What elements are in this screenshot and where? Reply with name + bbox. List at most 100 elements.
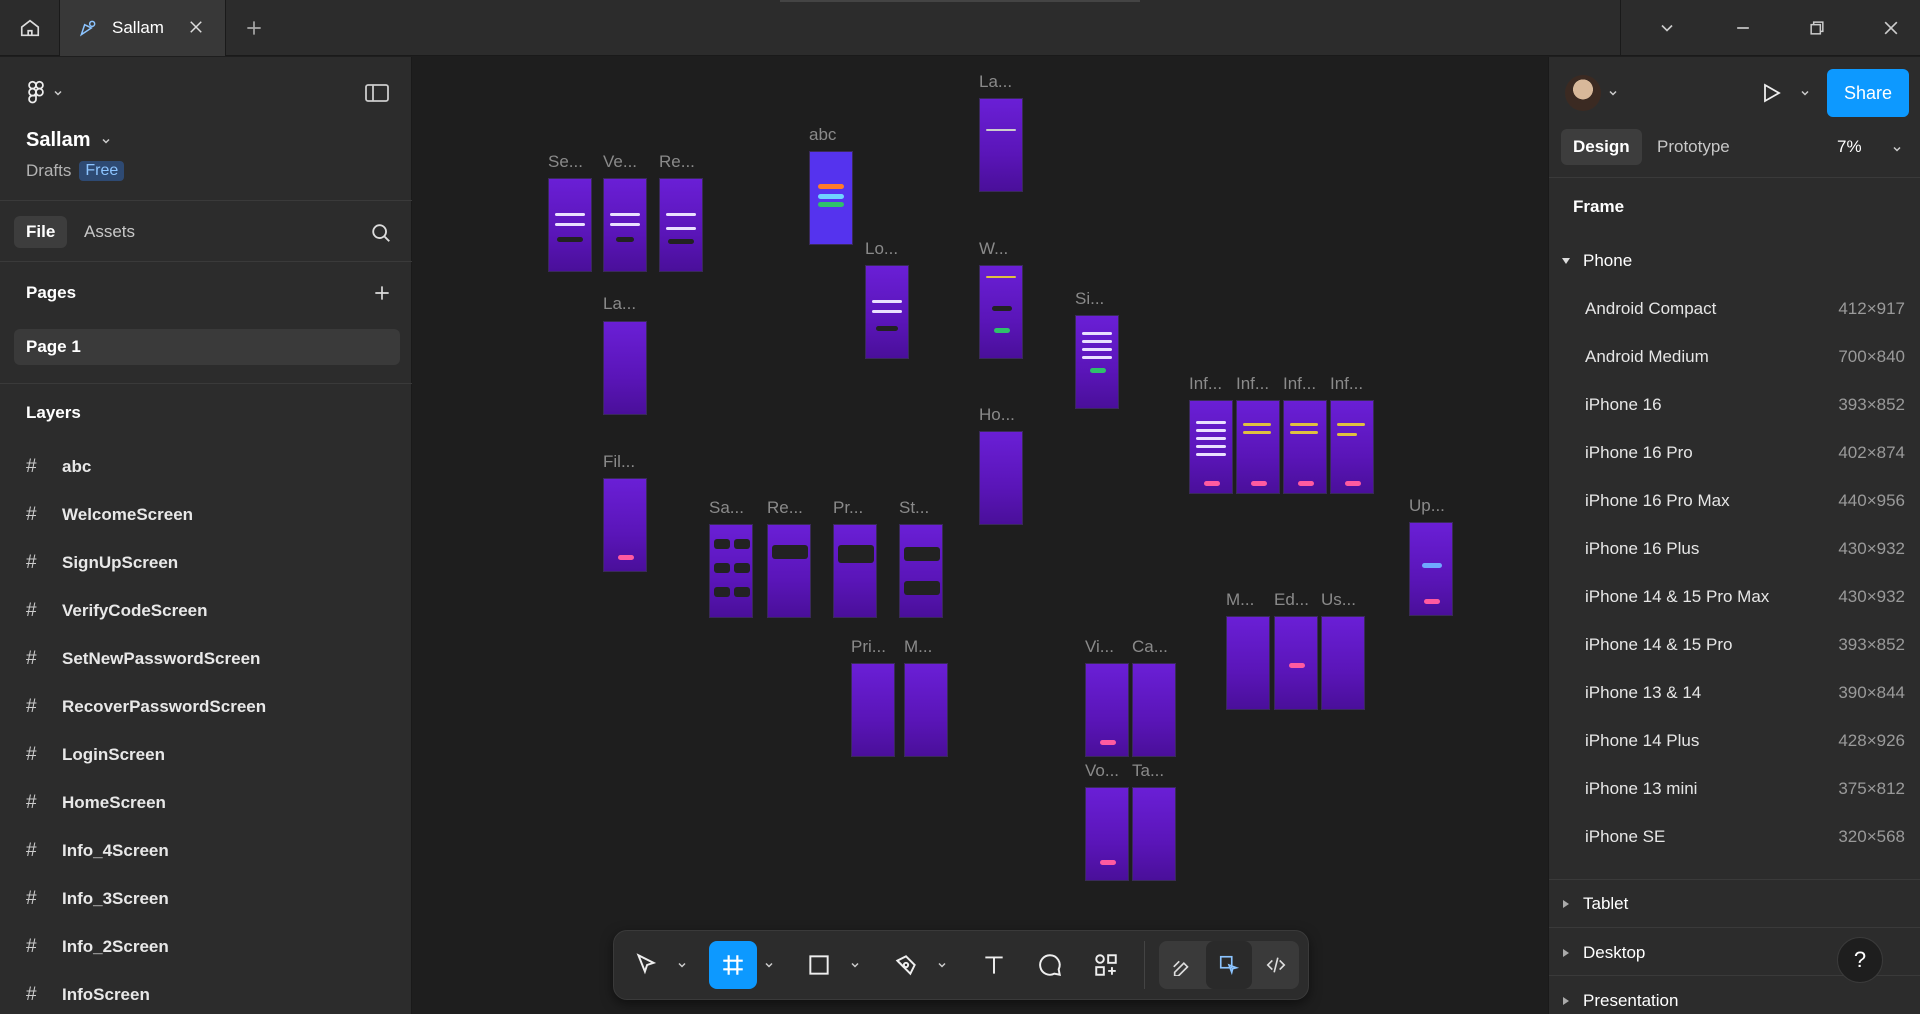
frame-label[interactable]: Ca...	[1132, 637, 1168, 657]
avatar[interactable]	[1565, 75, 1601, 111]
layer-item[interactable]: # SignUpScreen	[26, 548, 178, 578]
frame-thumbnail[interactable]	[1085, 663, 1129, 757]
file-name-menu[interactable]: Sallam	[26, 129, 112, 152]
layer-item[interactable]: # Info_3Screen	[26, 884, 169, 914]
chevron-down-icon[interactable]	[676, 959, 688, 971]
frame-label[interactable]: Vo...	[1085, 761, 1119, 781]
frame-thumbnail[interactable]	[548, 178, 592, 272]
frame-label[interactable]: Ho...	[979, 405, 1015, 425]
frame-thumbnail[interactable]	[979, 431, 1023, 525]
frame-thumbnail[interactable]	[1274, 616, 1318, 710]
frame-thumbnail[interactable]	[709, 524, 753, 618]
frame-thumbnail[interactable]	[899, 524, 943, 618]
frame-preset-item[interactable]: iPhone 13 & 14 390×844	[1585, 678, 1905, 708]
frame-label[interactable]: Ve...	[603, 152, 637, 172]
draw-mode-button[interactable]	[1159, 941, 1205, 989]
restore-icon[interactable]	[1807, 18, 1827, 38]
frame-label[interactable]: St...	[899, 498, 929, 518]
home-button[interactable]	[0, 0, 60, 56]
frame-preset-item[interactable]: iPhone 14 & 15 Pro 393×852	[1585, 630, 1905, 660]
tab-design[interactable]: Design	[1561, 129, 1642, 165]
frame-thumbnail[interactable]	[1075, 315, 1119, 409]
help-button[interactable]: ?	[1837, 937, 1883, 983]
layer-item[interactable]: # LoginScreen	[26, 740, 165, 770]
frame-preset-item[interactable]: iPhone SE 320×568	[1585, 822, 1905, 852]
design-canvas[interactable]: Se... Ve... Re... abc La... Lo... W... L…	[413, 57, 1547, 1014]
frame-thumbnail[interactable]	[1283, 400, 1327, 494]
frame-thumbnail[interactable]	[904, 663, 948, 757]
tab-prototype[interactable]: Prototype	[1645, 129, 1742, 165]
comment-tool-button[interactable]	[1026, 941, 1074, 989]
chevron-down-icon[interactable]	[1607, 87, 1619, 99]
frame-thumbnail[interactable]	[1409, 522, 1453, 616]
frame-label[interactable]: M...	[904, 637, 932, 657]
move-tool-button[interactable]	[622, 941, 670, 989]
frame-thumbnail[interactable]	[1226, 616, 1270, 710]
tab-file[interactable]: File	[14, 216, 68, 248]
frame-thumbnail[interactable]	[1189, 400, 1233, 494]
frame-label[interactable]: Pr...	[833, 498, 863, 518]
frame-label[interactable]: Inf...	[1189, 374, 1222, 394]
frame-thumbnail[interactable]	[865, 265, 909, 359]
layer-item[interactable]: # VerifyCodeScreen	[26, 596, 208, 626]
new-tab-plus-icon[interactable]	[244, 18, 264, 38]
frame-label[interactable]: Si...	[1075, 289, 1104, 309]
chevron-down-icon[interactable]	[763, 959, 775, 971]
layer-item[interactable]: # HomeScreen	[26, 788, 166, 818]
frame-preset-item[interactable]: Android Compact 412×917	[1585, 294, 1905, 324]
add-page-plus-icon[interactable]	[372, 283, 392, 303]
frame-thumbnail[interactable]	[767, 524, 811, 618]
frame-label[interactable]: Se...	[548, 152, 583, 172]
layer-item[interactable]: # RecoverPasswordScreen	[26, 692, 266, 722]
frame-thumbnail[interactable]	[1330, 400, 1374, 494]
frame-thumbnail[interactable]	[1132, 663, 1176, 757]
pen-tool-button[interactable]	[882, 941, 930, 989]
frame-preset-item[interactable]: iPhone 16 Plus 430×932	[1585, 534, 1905, 564]
frame-label[interactable]: Ed...	[1274, 590, 1309, 610]
frame-preset-item[interactable]: iPhone 16 393×852	[1585, 390, 1905, 420]
frame-thumbnail[interactable]	[833, 524, 877, 618]
frame-thumbnail[interactable]	[1236, 400, 1280, 494]
design-mode-button[interactable]	[1206, 941, 1252, 989]
page-item[interactable]: Page 1	[14, 329, 400, 365]
file-tab[interactable]: Sallam	[60, 0, 226, 56]
frame-label[interactable]: Ta...	[1132, 761, 1164, 781]
frame-label[interactable]: Inf...	[1283, 374, 1316, 394]
frame-label[interactable]: Lo...	[865, 239, 898, 259]
frame-label[interactable]: abc	[809, 125, 836, 145]
zoom-level[interactable]: 7%	[1837, 137, 1862, 157]
minimize-icon[interactable]	[1733, 18, 1753, 38]
frame-thumbnail[interactable]	[1132, 787, 1176, 881]
frame-thumbnail[interactable]	[809, 151, 853, 245]
frame-thumbnail[interactable]	[1085, 787, 1129, 881]
layer-item[interactable]: # SetNewPasswordScreen	[26, 644, 260, 674]
layer-item[interactable]: # abc	[26, 452, 91, 482]
frame-label[interactable]: Fil...	[603, 452, 635, 472]
share-button[interactable]: Share	[1827, 69, 1909, 117]
frame-preset-item[interactable]: Android Medium 700×840	[1585, 342, 1905, 372]
frame-thumbnail[interactable]	[659, 178, 703, 272]
drafts-link[interactable]: Drafts	[26, 161, 71, 181]
frame-preset-item[interactable]: iPhone 14 & 15 Pro Max 430×932	[1585, 582, 1905, 612]
frame-label[interactable]: Inf...	[1236, 374, 1269, 394]
frame-label[interactable]: La...	[979, 72, 1012, 92]
present-play-icon[interactable]	[1759, 81, 1783, 105]
frame-thumbnail[interactable]	[603, 478, 647, 572]
actions-tool-button[interactable]	[1082, 941, 1130, 989]
frame-label[interactable]: Re...	[767, 498, 803, 518]
chevron-down-icon[interactable]	[1799, 87, 1811, 99]
frame-thumbnail[interactable]	[603, 178, 647, 272]
tablet-group-toggle[interactable]: Tablet	[1561, 894, 1628, 914]
layer-item[interactable]: # Info_4Screen	[26, 836, 169, 866]
main-menu-button[interactable]	[26, 80, 64, 106]
frame-label[interactable]: Pri...	[851, 637, 886, 657]
chevron-down-icon[interactable]	[936, 959, 948, 971]
text-tool-button[interactable]	[970, 941, 1018, 989]
close-icon[interactable]	[187, 18, 205, 36]
frame-label[interactable]: Re...	[659, 152, 695, 172]
frame-thumbnail[interactable]	[603, 321, 647, 415]
chevron-down-icon[interactable]	[849, 959, 861, 971]
phone-group-toggle[interactable]: Phone	[1561, 251, 1632, 271]
plan-badge[interactable]: Free	[79, 161, 125, 181]
dev-mode-button[interactable]	[1253, 941, 1299, 989]
